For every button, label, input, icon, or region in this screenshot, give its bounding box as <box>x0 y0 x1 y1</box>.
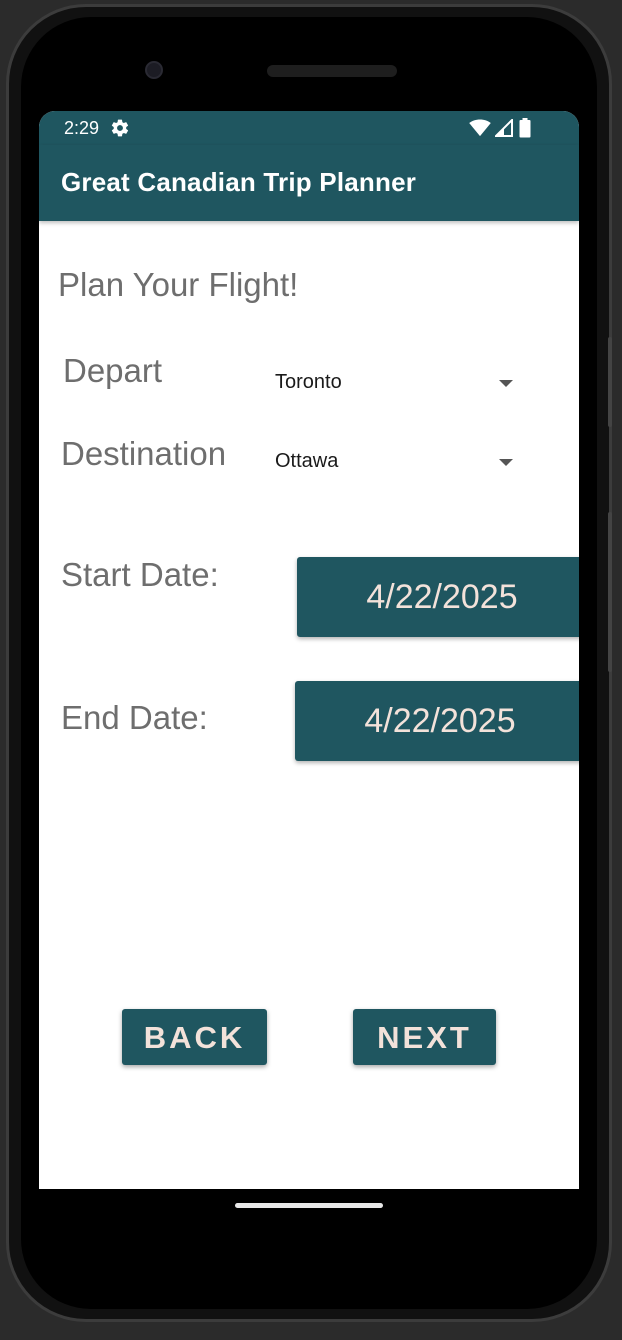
status-time: 2:29 <box>64 118 100 138</box>
status-icons <box>469 118 543 138</box>
start-date-button[interactable]: 4/22/2025 <box>297 557 579 637</box>
depart-selected-value: Toronto <box>275 371 342 393</box>
battery-icon <box>519 118 531 138</box>
volume-button <box>608 512 612 672</box>
destination-selected-value: Ottawa <box>275 450 339 472</box>
app-title: Great Canadian Trip Planner <box>61 167 417 197</box>
app-screen: 2:29 Great Canadian Trip Planner Plan Yo… <box>39 111 579 1189</box>
destination-label: Destination <box>61 435 227 472</box>
cell-signal-icon <box>495 119 513 137</box>
power-button <box>608 337 612 427</box>
destination-dropdown[interactable]: Ottawa <box>275 442 541 486</box>
app-bar: Great Canadian Trip Planner <box>39 145 579 221</box>
wifi-icon <box>469 119 491 137</box>
page-heading: Plan Your Flight! <box>58 266 299 303</box>
end-date-label: End Date: <box>61 699 208 736</box>
next-button[interactable]: NEXT <box>353 1009 496 1065</box>
earpiece-speaker <box>267 65 397 77</box>
dropdown-arrow-icon <box>499 380 513 387</box>
back-button[interactable]: BACK <box>122 1009 267 1065</box>
status-bar: 2:29 <box>39 111 579 145</box>
depart-label: Depart <box>63 352 163 389</box>
gesture-nav-bar[interactable] <box>235 1203 383 1208</box>
end-date-button[interactable]: 4/22/2025 <box>295 681 579 761</box>
start-date-label: Start Date: <box>61 556 219 593</box>
front-camera <box>145 61 163 79</box>
gear-icon <box>111 119 129 137</box>
depart-dropdown[interactable]: Toronto <box>275 363 541 407</box>
dropdown-arrow-icon <box>499 459 513 466</box>
